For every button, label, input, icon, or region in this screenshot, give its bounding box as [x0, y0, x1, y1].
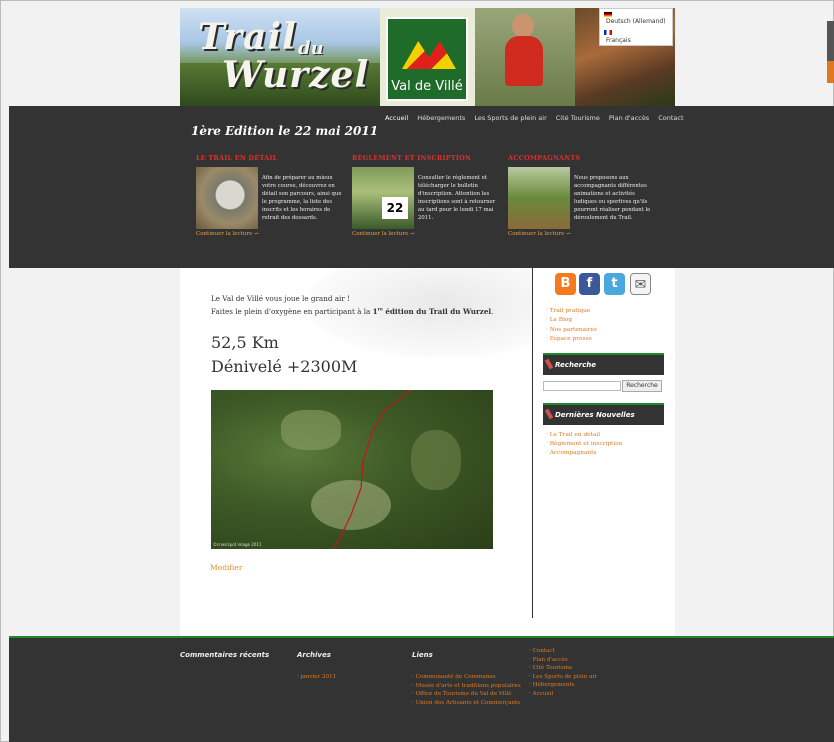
intro-suffix: . [491, 307, 494, 316]
footer-archives-title: Archives [297, 651, 331, 659]
footer-link[interactable]: Office de Tourisme du Val de Villé [412, 690, 524, 699]
runner-body [505, 36, 543, 86]
language-selector: Deutsch (Allemand) Français [599, 8, 673, 46]
read-more-link[interactable]: Continuer la lecture → [508, 231, 571, 237]
pin-icon [544, 358, 554, 370]
nav-item-plan-acces[interactable]: Plan d'accès [609, 114, 649, 122]
footer-page-link[interactable]: Cité Tourisme [529, 664, 597, 673]
footer-page-link[interactable]: Accueil [529, 690, 597, 699]
footer-archives-list: janvier 2011 [297, 673, 337, 682]
intro-line-2: Faites le plein d'oxygène en participant… [211, 307, 493, 316]
intro-bold-text: édition du Trail du Wurzel [382, 307, 492, 316]
sidebar-divider [532, 268, 533, 618]
nav-item-hebergements[interactable]: Hébergements [417, 114, 465, 122]
side-share-widget[interactable] [827, 21, 834, 83]
nav-item-sports[interactable]: Les Sports de plein air [474, 114, 546, 122]
nav-item-contact[interactable]: Contact [658, 114, 683, 122]
compass-thumbnail[interactable] [196, 167, 258, 229]
news-widget-label: Dernières Nouvelles [555, 411, 635, 419]
search-widget-title: Recherche [543, 353, 664, 375]
blogger-icon[interactable]: B [555, 273, 576, 295]
banner-title-wurzel: Wurzel [222, 54, 370, 96]
feature-text: Afin de préparer au mieux votre course, … [262, 175, 342, 221]
footer-links-list: Communauté de Communes Musée d'arts et t… [412, 673, 524, 707]
mail-icon[interactable]: ✉ [630, 273, 651, 295]
footer-link[interactable]: Union des Artisants et Commerçants [412, 699, 524, 708]
archive-item[interactable]: janvier 2011 [297, 673, 337, 682]
route-line [332, 390, 412, 549]
intro-line-1: Le Val de Villé vous joue le grand air ! [211, 294, 350, 303]
rss-icon[interactable] [827, 61, 834, 83]
intro-prefix: Faites le plein d'oxygène en participant… [211, 307, 373, 316]
read-more-link[interactable]: Continuer la lecture → [352, 231, 415, 237]
language-option-de[interactable] [604, 12, 612, 17]
feature-text: Nous proposons aux accompagnants différe… [574, 175, 651, 221]
satellite-map[interactable]: ©cnes/spot image 2011 [211, 390, 493, 549]
footer-link[interactable]: Communauté de Communes [412, 673, 524, 682]
news-item[interactable]: Règlement et inscription [546, 440, 623, 449]
footer-page-link[interactable]: Contact [529, 647, 597, 656]
twitter-icon[interactable]: t [604, 273, 625, 295]
race-bib: 22 [382, 197, 408, 219]
search-widget-label: Recherche [555, 361, 597, 369]
sidebar-links: Trail pratique Le Blog Nos partenaires E… [546, 307, 597, 344]
sidebar-link[interactable]: Espace presse [546, 335, 597, 344]
nav-item-accueil[interactable]: Accueil [385, 114, 408, 122]
search-input[interactable] [543, 381, 621, 391]
logo-text: Val de Villé [391, 79, 463, 94]
footer-page-link[interactable]: Les Sports de plein air [529, 673, 597, 682]
feature-text: Consulter le règlement et télécharger le… [418, 175, 496, 221]
footer-page-link[interactable]: Plan d'accès [529, 656, 597, 665]
runner-head [512, 14, 534, 38]
nav-item-cite-tourisme[interactable]: Cité Tourisme [556, 114, 600, 122]
flag-de-icon [604, 12, 612, 17]
feature-accompagnants: ACCOMPAGNANTS Nous proposons aux accompa… [508, 154, 658, 237]
site-logo[interactable]: Val de Villé [380, 8, 475, 106]
banner-title-trail: Trail [198, 16, 297, 58]
feature-title[interactable]: LE TRAIL EN DÉTAIL [196, 154, 346, 162]
main-nav: Accueil Hébergements Les Sports de plein… [385, 114, 684, 122]
intro-bold: 1re édition du Trail du Wurzel [373, 307, 492, 316]
search-button[interactable]: Recherche [622, 380, 662, 392]
footer-links-title: Liens [412, 651, 433, 659]
read-more-link[interactable]: Continuer la lecture → [196, 231, 259, 237]
race-thumbnail[interactable]: 22 [352, 167, 414, 229]
modify-link[interactable]: Modifier [210, 563, 242, 572]
sidebar-link[interactable]: Nos partenaires [546, 326, 597, 335]
playground-thumbnail[interactable] [508, 167, 570, 229]
footer-recent-comments-title: Commentaires récents [180, 651, 270, 659]
feature-trail-detail: LE TRAIL EN DÉTAIL Afin de préparer au m… [196, 154, 346, 237]
feature-title[interactable]: RÈGLEMENT ET INSCRIPTION [352, 154, 502, 162]
sidebar-link[interactable]: Trail pratique [546, 307, 597, 316]
banner-runner-image [475, 8, 575, 106]
sidebar-link[interactable]: Le Blog [546, 316, 597, 325]
facebook-icon[interactable]: f [579, 273, 600, 295]
language-option-fr[interactable] [604, 30, 612, 35]
footer-page-link[interactable]: Hébergements [529, 681, 597, 690]
feature-title[interactable]: ACCOMPAGNANTS [508, 154, 658, 162]
news-item[interactable]: Le Trail en détail [546, 431, 622, 440]
news-item[interactable]: Accompagnants [546, 449, 622, 458]
pin-icon [544, 408, 554, 420]
language-label-de[interactable]: Deutsch (Allemand) [606, 18, 666, 25]
page: Trail du Wurzel Val de Villé Deutsch (Al… [0, 0, 834, 742]
news-widget-title: Dernières Nouvelles [543, 403, 664, 425]
map-credit: ©cnes/spot image 2011 [213, 542, 262, 547]
flag-fr-icon [604, 30, 612, 35]
language-label-fr[interactable]: Français [606, 37, 631, 44]
logo-mountain-icon [402, 41, 456, 69]
footer-link[interactable]: Musée d'arts et traditions populaires [412, 682, 524, 691]
feature-reglement: RÈGLEMENT ET INSCRIPTION 22 Consulter le… [352, 154, 502, 237]
footer-pages-list: Contact Plan d'accès Cité Tourisme Les S… [529, 647, 597, 699]
edition-heading: 1ère Edition le 22 mai 2011 [191, 124, 379, 138]
news-list: Le Trail en détail Règlement et inscript… [546, 431, 623, 458]
elevation-heading: Dénivelé +2300M [211, 357, 358, 376]
logo-emblem: Val de Villé [386, 17, 468, 101]
distance-heading: 52,5 Km [211, 333, 279, 352]
